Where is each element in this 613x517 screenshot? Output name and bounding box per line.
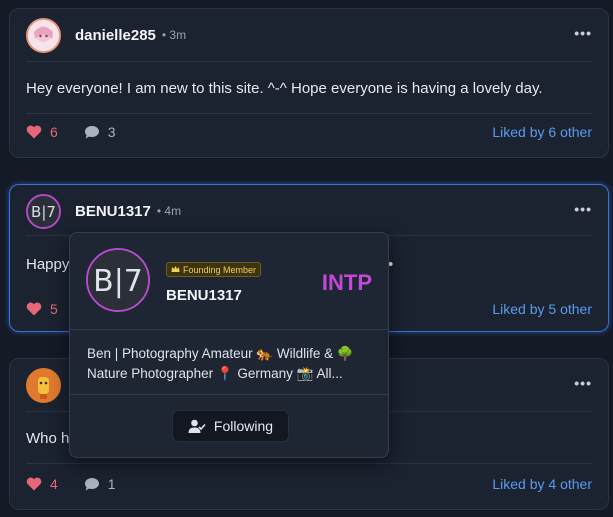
- following-label: Following: [213, 418, 274, 434]
- post-header: B|7 BENU1317 • 4m •••: [26, 193, 592, 229]
- founding-member-badge: Founding Member: [166, 262, 262, 277]
- post-text: Hey everyone! I am new to this site. ^-^…: [26, 80, 543, 97]
- liked-by-link[interactable]: Liked by 5 other: [492, 301, 592, 317]
- bio-line: Nature Photographer 📍 Germany 📸 All...: [87, 366, 343, 381]
- more-options-icon[interactable]: •••: [574, 375, 592, 391]
- comment-count: 3: [107, 124, 116, 140]
- divider: [70, 329, 388, 330]
- profile-name[interactable]: BENU1317: [166, 287, 242, 304]
- user-check-icon: [188, 419, 206, 433]
- heart-icon: [26, 125, 42, 139]
- crown-icon: [171, 265, 180, 275]
- avatar-image-icon: B|7: [88, 250, 148, 310]
- profile-avatar[interactable]: B|7: [86, 248, 150, 312]
- post-text: Who h: [26, 430, 70, 447]
- post-time: • 3m: [161, 28, 187, 42]
- post-time: • 4m: [156, 204, 182, 218]
- liked-by-link[interactable]: Liked by 4 other: [492, 476, 592, 492]
- comment-button[interactable]: 3: [84, 124, 116, 140]
- avatar-image-icon: [28, 19, 59, 51]
- avatar-image-icon: B|7: [28, 195, 59, 227]
- username[interactable]: danielle285: [75, 27, 156, 44]
- bio-line: Ben | Photography Amateur 🐅 Wildlife & 🌳: [87, 346, 354, 361]
- like-count: 5: [50, 301, 58, 317]
- post-footer: 4 1 Liked by 4 other: [26, 474, 592, 494]
- like-button[interactable]: 5: [26, 301, 58, 317]
- like-button[interactable]: 4: [26, 476, 58, 492]
- comment-count: 1: [107, 476, 116, 492]
- username[interactable]: BENU1317: [75, 203, 151, 220]
- heart-icon: [26, 477, 42, 491]
- comment-button[interactable]: 1: [84, 476, 116, 492]
- following-button[interactable]: Following: [172, 410, 289, 442]
- divider: [26, 113, 592, 114]
- divider: [26, 463, 592, 464]
- like-button[interactable]: 6: [26, 124, 58, 140]
- divider: [26, 61, 592, 62]
- post-footer: 6 3 Liked by 6 other: [26, 122, 592, 142]
- post-text: Happy: [26, 256, 70, 273]
- avatar[interactable]: [26, 17, 61, 53]
- avatar[interactable]: [26, 367, 61, 403]
- heart-icon: [26, 302, 42, 316]
- avatar[interactable]: B|7: [26, 193, 61, 229]
- profile-hover-card: B|7 Founding Member BENU1317 INTP Ben | …: [69, 232, 389, 458]
- badge-label: Founding Member: [183, 264, 257, 275]
- comment-icon: [84, 125, 99, 138]
- like-count: 6: [50, 124, 58, 140]
- divider: [70, 394, 388, 395]
- svg-text:B|7: B|7: [31, 203, 56, 221]
- post-header: danielle285 • 3m •••: [26, 17, 592, 53]
- mbti-type: INTP: [321, 270, 372, 295]
- liked-by-link[interactable]: Liked by 6 other: [492, 124, 592, 140]
- avatar-monogram: B|7: [93, 264, 143, 299]
- comment-icon: [84, 477, 99, 490]
- post-card-1: danielle285 • 3m ••• Hey everyone! I am …: [9, 8, 609, 158]
- avatar-image-icon: [28, 369, 59, 401]
- more-options-icon[interactable]: •••: [574, 201, 592, 217]
- profile-bio: Ben | Photography Amateur 🐅 Wildlife & 🌳…: [87, 344, 377, 384]
- more-options-icon[interactable]: •••: [574, 25, 592, 41]
- like-count: 4: [50, 476, 58, 492]
